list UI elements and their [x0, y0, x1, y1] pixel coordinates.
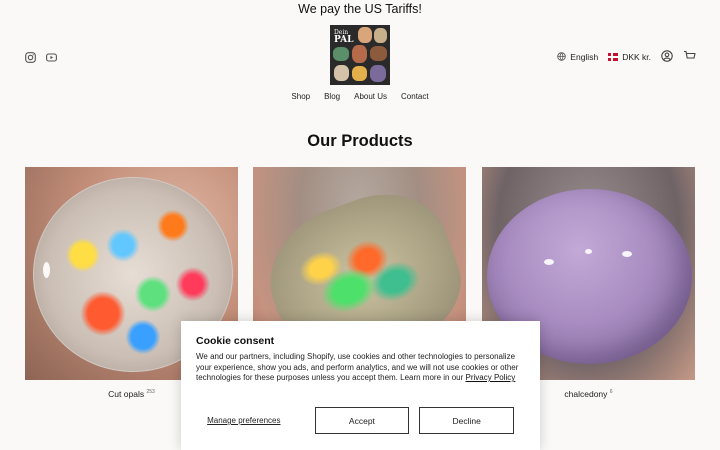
cookie-banner: Cookie consent We and our partners, incl… — [181, 321, 540, 450]
product-count: 253 — [146, 389, 155, 396]
nav-shop[interactable]: Shop — [291, 92, 310, 101]
social-links — [25, 50, 57, 68]
language-selector[interactable]: English — [557, 51, 599, 63]
highlight — [585, 249, 592, 254]
product-count: 6 — [609, 389, 613, 396]
highlight — [622, 251, 632, 257]
cookie-actions: Manage preferences Accept Decline — [196, 407, 514, 434]
currency-selector[interactable]: DKK kr. — [608, 52, 651, 62]
currency-label: DKK kr. — [622, 52, 651, 62]
announcement-bar: We pay the US Tariffs! — [0, 0, 720, 20]
main-nav: Shop Blog About Us Contact — [0, 92, 720, 101]
highlight — [43, 262, 50, 278]
manage-preferences-link[interactable]: Manage preferences — [196, 416, 292, 425]
cart-icon[interactable] — [683, 50, 696, 64]
decline-button[interactable]: Decline — [419, 407, 514, 434]
store-logo[interactable]: Dein PAL — [330, 25, 390, 85]
nav-blog[interactable]: Blog — [324, 92, 340, 101]
logo-wordmark: Dein PAL — [334, 29, 354, 45]
instagram-icon[interactable] — [25, 50, 36, 68]
privacy-policy-link[interactable]: Privacy Policy — [466, 373, 516, 382]
header-tools: English DKK kr. — [557, 50, 696, 64]
site-header: Dein PAL English DKK kr. — [0, 20, 720, 90]
accept-button[interactable]: Accept — [314, 407, 410, 434]
highlight — [544, 259, 554, 265]
nav-about-us[interactable]: About Us — [354, 92, 387, 101]
youtube-icon[interactable] — [46, 50, 57, 68]
cookie-title: Cookie consent — [196, 335, 275, 347]
announcement-text: We pay the US Tariffs! — [298, 2, 422, 16]
globe-icon — [557, 51, 567, 63]
account-icon[interactable] — [661, 50, 673, 64]
section-title: Our Products — [307, 132, 413, 150]
denmark-flag-icon — [608, 53, 619, 61]
language-label: English — [570, 52, 599, 62]
cookie-text: We and our partners, including Shopify, … — [196, 352, 519, 382]
nav-contact[interactable]: Contact — [401, 92, 429, 101]
